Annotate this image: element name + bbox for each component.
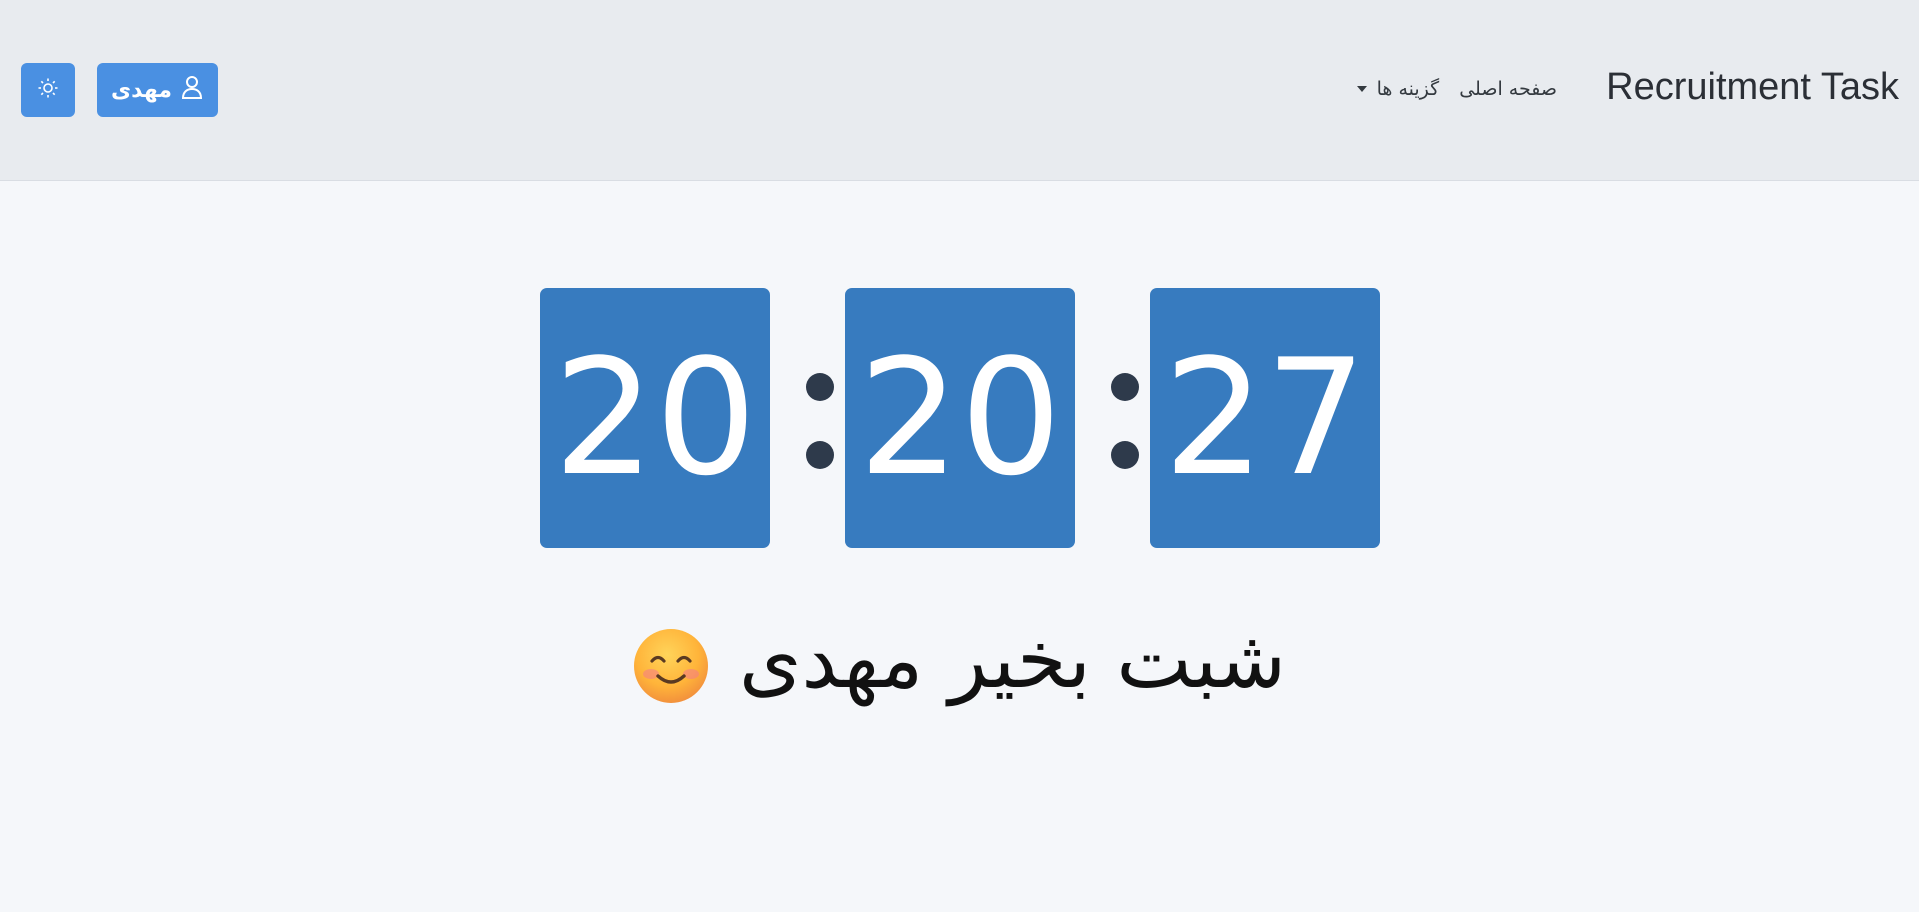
smiling-face-emoji-icon xyxy=(633,622,709,703)
hours-card: 20 xyxy=(540,288,770,548)
nav-link-home[interactable]: صفحه اصلی xyxy=(1459,78,1557,100)
options-dropdown-label: گزینه ها xyxy=(1376,78,1440,100)
separator-dot xyxy=(806,373,834,401)
separator-minutes-seconds xyxy=(1111,373,1139,473)
user-button-label: مهدی xyxy=(110,77,172,103)
separator-hours-minutes xyxy=(806,373,834,473)
greeting-text: شبت بخیر مهدی xyxy=(738,613,1287,706)
separator-dot xyxy=(1111,373,1139,401)
greeting: شبت بخیر مهدی xyxy=(0,605,1919,715)
brand-title[interactable]: Recruitment Task xyxy=(1606,66,1899,109)
separator-dot xyxy=(1111,441,1139,469)
user-menu-button[interactable]: مهدی xyxy=(97,63,218,117)
seconds-card: 27 xyxy=(1150,288,1380,548)
flip-clock: 20 20 27 xyxy=(540,288,1380,548)
top-navbar: Recruitment Task صفحه اصلی گزینه ها مهدی xyxy=(0,0,1919,181)
separator-dot xyxy=(806,441,834,469)
theme-toggle-button[interactable] xyxy=(21,63,75,117)
options-dropdown[interactable]: گزینه ها xyxy=(1356,78,1440,100)
caret-down-icon xyxy=(1356,86,1367,92)
minutes-card: 20 xyxy=(845,288,1075,548)
nav-links: صفحه اصلی گزینه ها xyxy=(1356,78,1557,100)
user-icon xyxy=(180,74,204,106)
sun-icon xyxy=(37,77,59,103)
